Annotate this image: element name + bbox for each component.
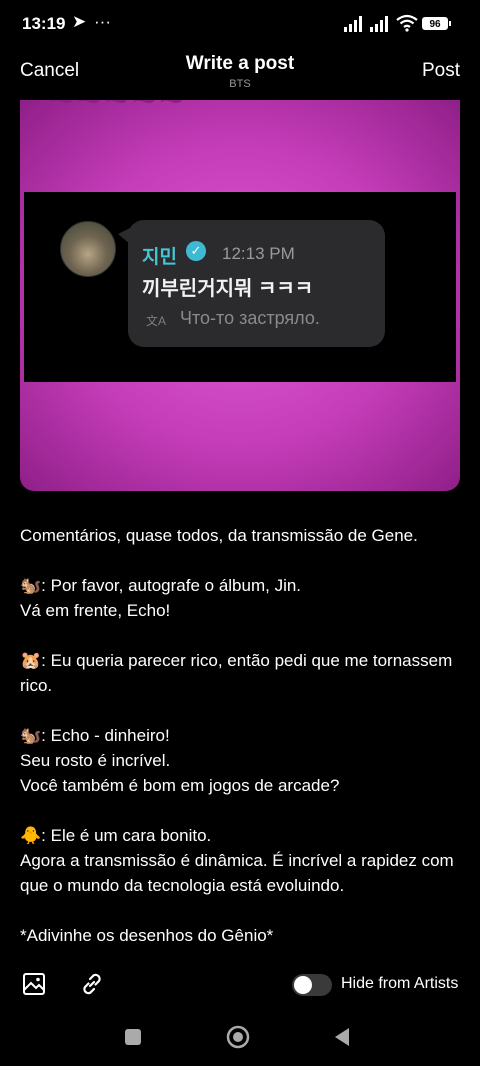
image-icon[interactable] — [22, 972, 46, 996]
post-line: 🐹: Eu queria parecer rico, então pedi qu… — [20, 651, 453, 695]
post-line: Você também é bom em jogos de arcade? — [20, 776, 340, 795]
chat-translation: Что-то застряло. — [180, 308, 320, 328]
header: Cancel Write a post BTS Post — [0, 48, 480, 100]
status-bar: 13:19 ➤ ··· 96 — [0, 0, 480, 48]
community-subtitle: BTS — [229, 78, 251, 90]
chat-screenshot: 지민 ✓ 12:13 PM 끼부린거지뭐 ㅋㅋㅋ 文A Что-то застр… — [24, 192, 456, 382]
link-icon[interactable] — [78, 970, 106, 998]
hide-from-artists-toggle[interactable] — [292, 974, 332, 996]
translate-icon: 文A — [146, 314, 167, 328]
post-button[interactable]: Post — [422, 60, 460, 82]
attached-image[interactable]: ~~~~~ 지민 ✓ 12:13 PM 끼부린거지뭐 ㅋㅋㅋ 文A Что-то… — [20, 100, 460, 491]
chat-time: 12:13 PM — [222, 244, 295, 263]
post-line: 🐥: Ele é um cara bonito. — [20, 826, 212, 845]
post-line: Seu rosto é incrível. — [20, 751, 171, 770]
more-notifications-icon: ··· — [94, 12, 111, 31]
post-line: 🐿️: Por favor, autografe o álbum, Jin. — [20, 576, 302, 595]
toggle-knob — [294, 976, 312, 994]
verified-icon: ✓ — [186, 241, 206, 261]
battery-icon: 96 — [422, 17, 451, 30]
post-line: Vá em frente, Echo! — [20, 601, 171, 620]
post-body[interactable]: Comentários, quase todos, da transmissão… — [20, 523, 460, 948]
post-line: Comentários, quase todos, da transmissão… — [20, 526, 418, 545]
chat-bubble: 지민 ✓ 12:13 PM 끼부린거지뭐 ㅋㅋㅋ 文A Что-то застр… — [118, 220, 385, 347]
chat-sender: 지민 — [142, 247, 177, 268]
back-icon[interactable] — [334, 1027, 350, 1047]
telegram-icon: ➤ — [72, 12, 87, 31]
hide-from-artists-label: Hide from Artists — [341, 975, 459, 992]
page-title: Write a post — [185, 53, 295, 74]
chat-message: 끼부린거지뭐 ㅋㅋㅋ — [142, 278, 314, 300]
image-decoration: ~~~~~ — [50, 100, 187, 122]
signal-icon-2 — [370, 14, 392, 32]
post-line: Agora a transmissão é dinâmica. É incrív… — [20, 851, 454, 895]
avatar — [60, 221, 116, 277]
wifi-icon — [396, 14, 418, 32]
recents-icon[interactable] — [125, 1029, 141, 1045]
status-time: 13:19 — [22, 14, 66, 33]
home-icon[interactable] — [226, 1025, 250, 1049]
signal-icon — [344, 14, 366, 32]
post-line: 🐿️: Echo - dinheiro! — [20, 726, 170, 745]
system-nav-bar — [0, 1010, 480, 1066]
post-line: *Adivinhe os desenhos do Gênio* — [20, 926, 274, 945]
composer-toolbar: Hide from Artists — [0, 958, 480, 1010]
